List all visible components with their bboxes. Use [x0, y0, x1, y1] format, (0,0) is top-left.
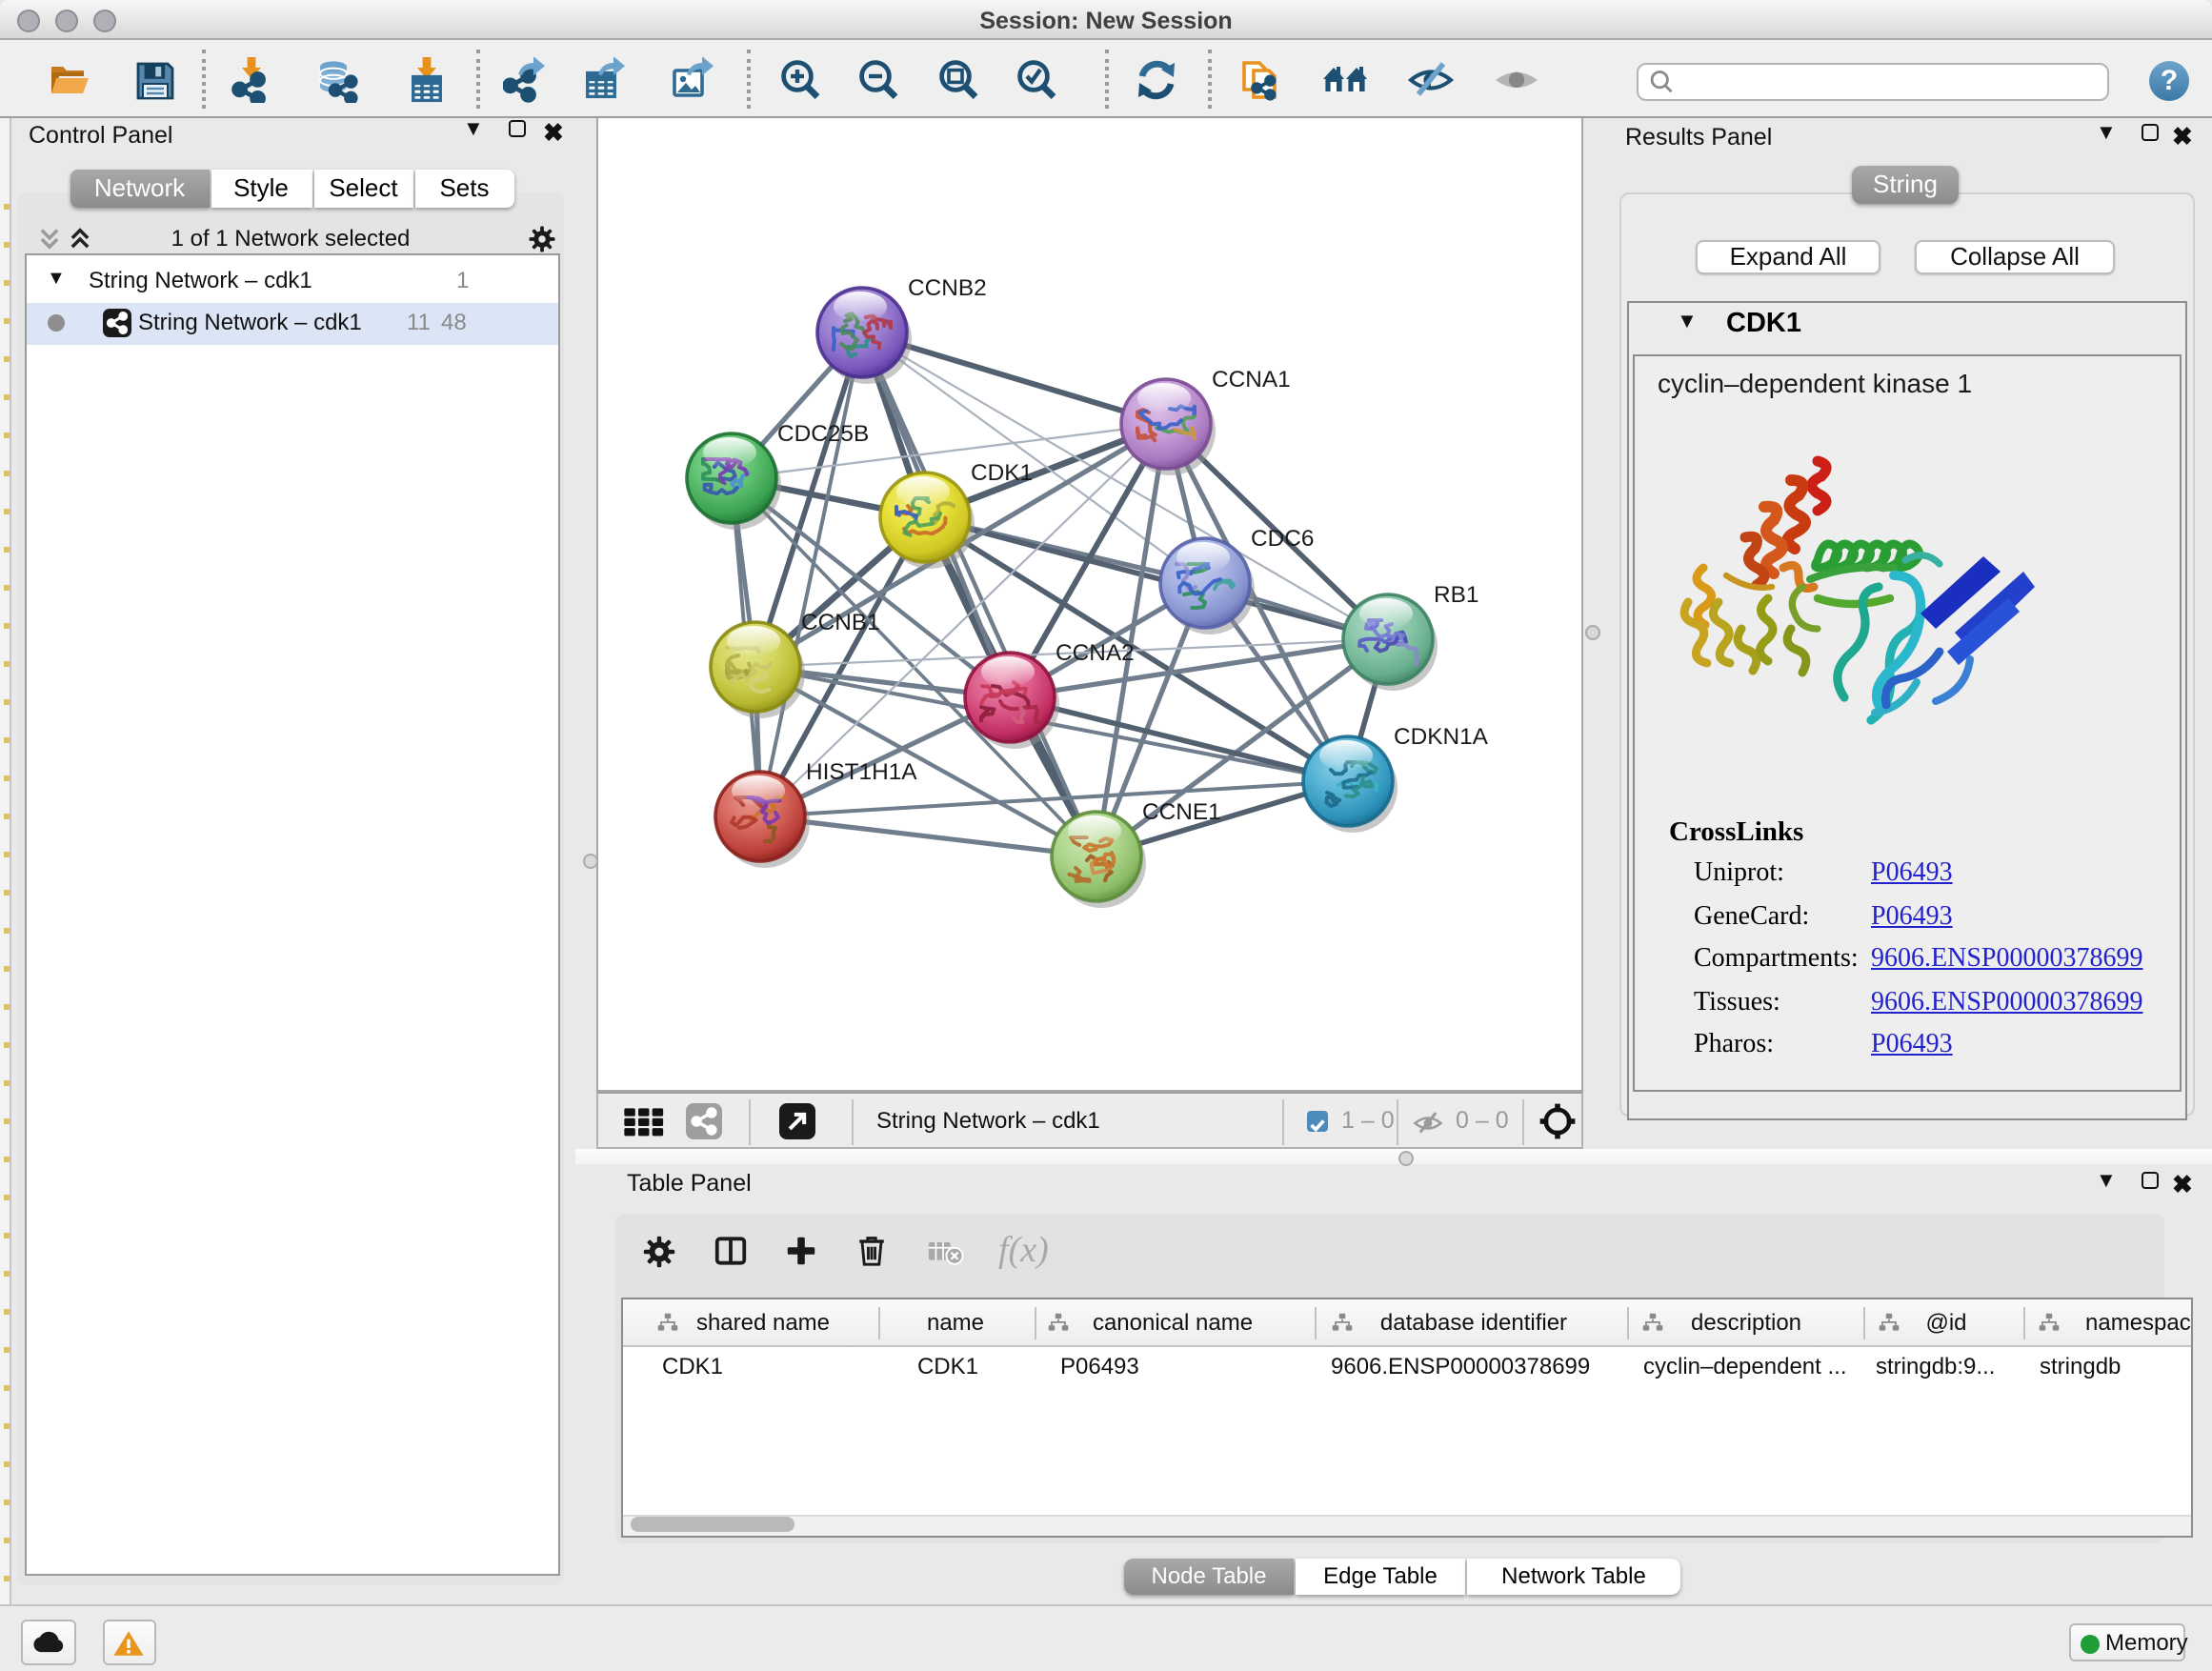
- svg-text:CCNA2: CCNA2: [1056, 640, 1135, 666]
- svg-text:HIST1H1A: HIST1H1A: [806, 759, 917, 785]
- svg-text:CDKN1A: CDKN1A: [1394, 724, 1489, 750]
- svg-text:CCNE1: CCNE1: [1142, 799, 1221, 825]
- svg-text:CDC6: CDC6: [1251, 526, 1314, 552]
- svg-text:CCNA1: CCNA1: [1212, 367, 1291, 393]
- svg-text:CDK1: CDK1: [971, 460, 1033, 486]
- svg-text:RB1: RB1: [1434, 582, 1478, 608]
- svg-text:CCNB2: CCNB2: [908, 275, 987, 301]
- svg-text:CDC25B: CDC25B: [777, 421, 869, 447]
- svg-text:CCNB1: CCNB1: [801, 610, 880, 635]
